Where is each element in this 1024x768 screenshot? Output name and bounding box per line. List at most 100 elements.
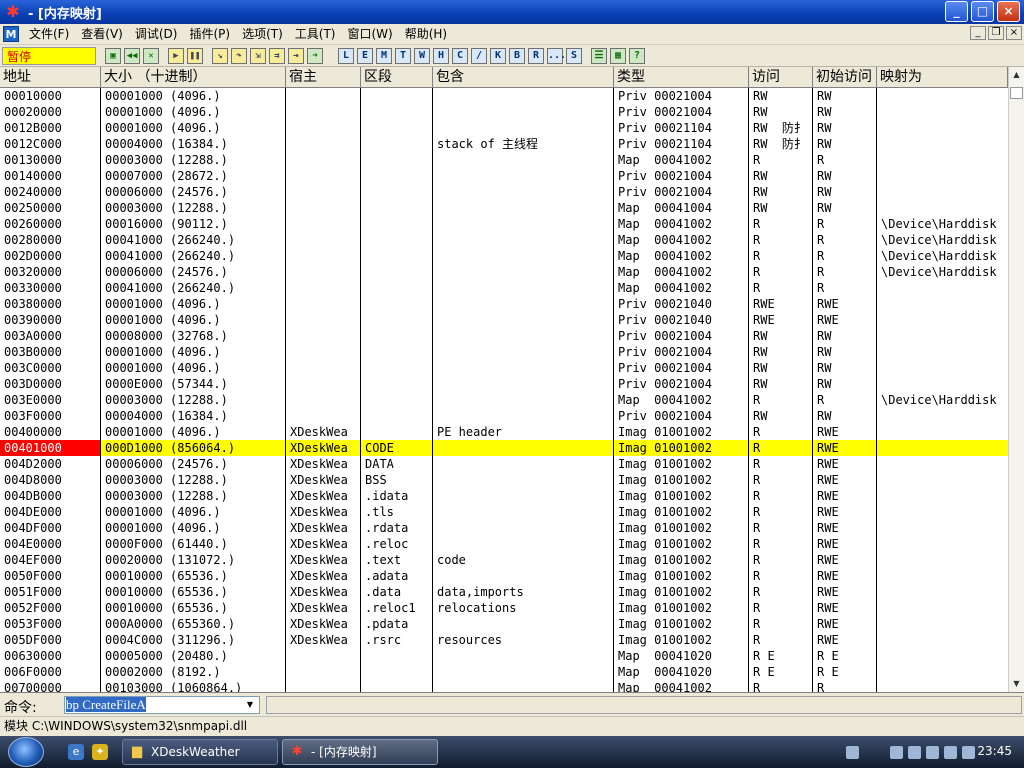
table-row[interactable]: 002D0000 00041000 (266240.) Map 00041002 R R… xyxy=(0,248,1008,264)
step-over-icon[interactable]: ↷ xyxy=(231,47,247,64)
list-icon[interactable]: ☰ xyxy=(591,47,607,64)
column-header[interactable]: 地址 xyxy=(0,67,101,88)
table-row[interactable]: 00380000 00001000 (4096.) Priv 00021040 RWE… xyxy=(0,296,1008,312)
table-row[interactable]: 00130000 00003000 (12288.) Map 00041002 R R xyxy=(0,152,1008,168)
keyboard-tray-icon[interactable] xyxy=(846,746,859,759)
table-row[interactable]: 003A0000 00008000 (32768.) Priv 00021004 RW… xyxy=(0,328,1008,344)
column-header[interactable]: 类型 xyxy=(614,67,749,88)
toolbar-window-button[interactable]: / xyxy=(471,47,487,64)
toolbar-window-button[interactable]: R xyxy=(528,47,544,64)
maximize-button[interactable]: □ xyxy=(971,1,994,22)
volume-tray-icon[interactable] xyxy=(962,746,975,759)
table-row[interactable]: 00700000 00103000 (1060864.) Map 00041002 R… xyxy=(0,680,1008,692)
taskbar-item-memory-map[interactable]: ✱ - [内存映射] xyxy=(282,739,438,765)
table-row[interactable]: 00240000 00006000 (24576.) Priv 00021004 RW… xyxy=(0,184,1008,200)
table-row[interactable]: 00320000 00006000 (24576.) Map 00041002 R R \… xyxy=(0,264,1008,280)
toolbar-window-button[interactable]: L xyxy=(338,47,354,64)
table-row[interactable]: 003F0000 00004000 (16384.) Priv 00021004 RW… xyxy=(0,408,1008,424)
start-button[interactable] xyxy=(8,737,44,767)
trace-over-icon[interactable]: ⇉ xyxy=(269,47,285,64)
tray-icon-4[interactable] xyxy=(944,746,957,759)
table-row[interactable]: 00140000 00007000 (28672.) Priv 00021004 RW… xyxy=(0,168,1008,184)
table-row[interactable]: 004EF000 00020000 (131072.) XDeskWea .text c… xyxy=(0,552,1008,568)
toolbar-window-button[interactable]: B xyxy=(509,47,525,64)
table-row[interactable]: 004E0000 0000F000 (61440.) XDeskWea .reloc I… xyxy=(0,536,1008,552)
quicklaunch-ie-icon[interactable]: e xyxy=(68,744,84,760)
table-row[interactable]: 0012C000 00004000 (16384.) stack of 主线程 Pri… xyxy=(0,136,1008,152)
column-header[interactable]: 映射为 xyxy=(877,67,1008,88)
toolbar-window-button[interactable]: E xyxy=(357,47,373,64)
command-input[interactable]: bp CreateFileA xyxy=(64,696,260,714)
menu-help[interactable]: 帮助(H) xyxy=(399,24,453,44)
toolbar-window-button[interactable]: M xyxy=(376,47,392,64)
column-header[interactable]: 初始访问 xyxy=(813,67,877,88)
column-header[interactable]: 包含 xyxy=(433,67,614,88)
toolbar-window-button[interactable]: H xyxy=(433,47,449,64)
table-row[interactable]: 004DB000 00003000 (12288.) XDeskWea .idata I… xyxy=(0,488,1008,504)
menu-window[interactable]: 窗口(W) xyxy=(341,24,398,44)
close-button[interactable]: × xyxy=(997,1,1020,22)
table-row[interactable]: 006F0000 00002000 (8192.) Map 00041020 R E R… xyxy=(0,664,1008,680)
tray-icon-2[interactable] xyxy=(908,746,921,759)
menu-options[interactable]: 选项(T) xyxy=(236,24,289,44)
scroll-thumb[interactable] xyxy=(1010,87,1023,99)
grid-icon[interactable]: ▦ xyxy=(610,47,626,64)
toolbar-window-button[interactable]: S xyxy=(566,47,582,64)
minimize-button[interactable]: _ xyxy=(945,1,968,22)
table-row[interactable]: 0053F000 000A0000 (655360.) XDeskWea .pdata… xyxy=(0,616,1008,632)
table-row[interactable]: 00280000 00041000 (266240.) Map 00041002 R R… xyxy=(0,232,1008,248)
column-header[interactable]: 区段 xyxy=(361,67,433,88)
table-row[interactable]: 00020000 00001000 (4096.) Priv 00021004 RW R… xyxy=(0,104,1008,120)
toolbar-window-button[interactable]: W xyxy=(414,47,430,64)
trace-into-icon[interactable]: ⇲ xyxy=(250,47,266,64)
step-into-icon[interactable]: ↘ xyxy=(212,47,228,64)
network-tray-icon[interactable] xyxy=(890,746,903,759)
vertical-scrollbar[interactable]: ▲ ▼ xyxy=(1008,67,1024,692)
table-row[interactable]: 00390000 00001000 (4096.) Priv 00021040 RWE… xyxy=(0,312,1008,328)
goto-icon[interactable]: ➜ xyxy=(307,47,323,64)
menu-file[interactable]: 文件(F) xyxy=(23,24,75,44)
column-header[interactable]: 宿主 xyxy=(286,67,361,88)
column-header[interactable]: 访问 xyxy=(749,67,813,88)
pause-icon[interactable]: ❚❚ xyxy=(187,47,203,64)
table-row[interactable]: 0050F000 00010000 (65536.) XDeskWea .adata I… xyxy=(0,568,1008,584)
menu-plugins[interactable]: 插件(P) xyxy=(183,24,236,44)
menu-debug[interactable]: 调试(D) xyxy=(129,24,184,44)
close-icon[interactable]: ✕ xyxy=(143,47,159,64)
help-icon[interactable]: ? xyxy=(629,47,645,64)
scroll-down-icon[interactable]: ▼ xyxy=(1009,676,1024,692)
table-row[interactable]: 0052F000 00010000 (65536.) XDeskWea .reloc1… xyxy=(0,600,1008,616)
child-minimize-button[interactable]: _ xyxy=(970,26,986,40)
table-row[interactable]: 00260000 00016000 (90112.) Map 00041002 R R \… xyxy=(0,216,1008,232)
child-close-button[interactable]: × xyxy=(1006,26,1022,40)
table-row[interactable]: 003B0000 00001000 (4096.) Priv 00021004 RW R… xyxy=(0,344,1008,360)
scroll-up-icon[interactable]: ▲ xyxy=(1009,67,1024,83)
mdi-child-icon[interactable]: M xyxy=(3,26,19,42)
table-row[interactable]: 004DE000 00001000 (4096.) XDeskWea .tls Imag… xyxy=(0,504,1008,520)
table-row[interactable]: 003C0000 00001000 (4096.) Priv 00021004 RW R… xyxy=(0,360,1008,376)
table-row[interactable]: 004D8000 00003000 (12288.) XDeskWea BSS Imag… xyxy=(0,472,1008,488)
rewind-icon[interactable]: ◀◀ xyxy=(124,47,140,64)
table-row[interactable]: 003E0000 00003000 (12288.) Map 00041002 R R \… xyxy=(0,392,1008,408)
table-row[interactable]: 00010000 00001000 (4096.) Priv 00021004 RW R… xyxy=(0,88,1008,104)
table-row[interactable]: 004DF000 00001000 (4096.) XDeskWea .rdata Im… xyxy=(0,520,1008,536)
run-icon[interactable]: ▶ xyxy=(168,47,184,64)
toolbar-window-button[interactable]: C xyxy=(452,47,468,64)
toolbar-window-button[interactable]: T xyxy=(395,47,411,64)
table-row[interactable]: 00330000 00041000 (266240.) Map 00041002 R R xyxy=(0,280,1008,296)
toolbar-window-button[interactable]: K xyxy=(490,47,506,64)
table-row[interactable]: 005DF000 0004C000 (311296.) XDeskWea .rsrc r… xyxy=(0,632,1008,648)
table-row[interactable]: 00401000 000D1000 (856064.) XDeskWea CODE Im… xyxy=(0,440,1008,456)
table-row[interactable]: 0012B000 00001000 (4096.) Priv 00021104 RW … xyxy=(0,120,1008,136)
execute-till-return-icon[interactable]: ⇥ xyxy=(288,47,304,64)
tray-icon-3[interactable] xyxy=(926,746,939,759)
child-restore-button[interactable]: ❐ xyxy=(988,26,1004,40)
table-row[interactable]: 0051F000 00010000 (65536.) XDeskWea .data da… xyxy=(0,584,1008,600)
quicklaunch-app-icon[interactable]: ✦ xyxy=(92,744,108,760)
table-row[interactable]: 00250000 00003000 (12288.) Map 00041004 RW R… xyxy=(0,200,1008,216)
table-row[interactable]: 00630000 00005000 (20480.) Map 00041020 R E… xyxy=(0,648,1008,664)
table-row[interactable]: 004D2000 00006000 (24576.) XDeskWea DATA Ima… xyxy=(0,456,1008,472)
taskbar-item-xdeskweather[interactable]: ▆ XDeskWeather xyxy=(122,739,278,765)
menu-tools[interactable]: 工具(T) xyxy=(289,24,342,44)
table-row[interactable]: 003D0000 0000E000 (57344.) Priv 00021004 RW… xyxy=(0,376,1008,392)
